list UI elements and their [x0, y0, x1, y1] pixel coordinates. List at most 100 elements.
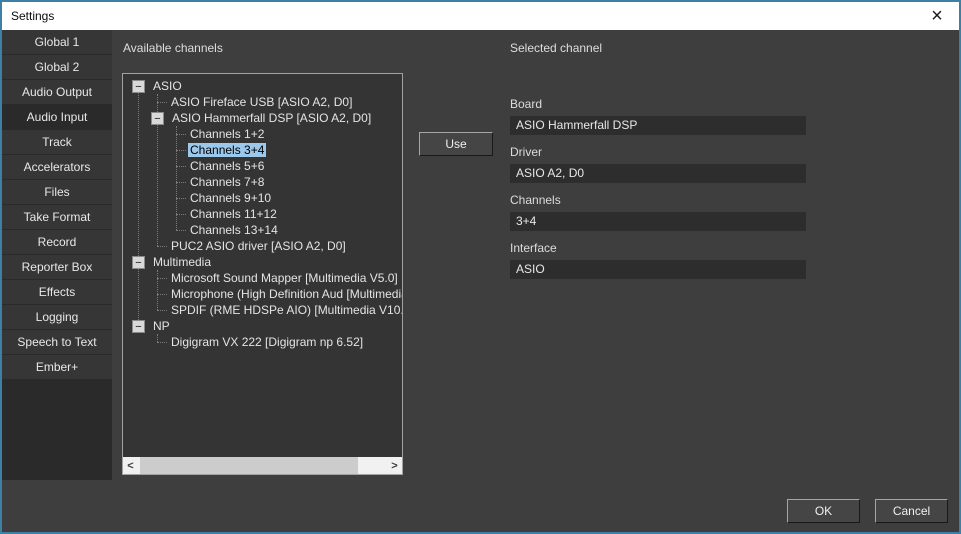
sidebar-item-global-1[interactable]: Global 1: [2, 30, 112, 54]
tree-node-multimedia[interactable]: − Multimedia: [123, 254, 402, 270]
close-icon: ×: [931, 6, 943, 26]
cancel-button[interactable]: Cancel: [875, 499, 948, 523]
tree-node-label: Microsoft Sound Mapper [Multimedia V5.0]: [169, 271, 400, 285]
selected-channel-heading: Selected channel: [510, 41, 602, 55]
sidebar-item-files[interactable]: Files: [2, 180, 112, 204]
field-value[interactable]: ASIO A2, D0: [510, 164, 806, 183]
field-driver: Driver ASIO A2, D0: [510, 145, 806, 183]
use-button[interactable]: Use: [419, 132, 493, 156]
available-channels-heading: Available channels: [123, 41, 223, 55]
tree-node-asio-hammerfall-dsp-asio-a2-d0[interactable]: − ASIO Hammerfall DSP [ASIO A2, D0]: [123, 110, 402, 126]
close-button[interactable]: ×: [919, 2, 955, 30]
tree-connector-stub: [157, 246, 167, 247]
sidebar-item-label: Audio Output: [22, 85, 92, 99]
field-label: Board: [510, 97, 806, 111]
tree-node-label: Channels 13+14: [188, 223, 280, 237]
tree-connector-stub: [176, 230, 186, 231]
collapse-icon[interactable]: −: [151, 112, 164, 125]
sidebar-item-audio-input[interactable]: Audio Input: [2, 105, 112, 129]
tree-node-label: NP: [151, 319, 172, 333]
sidebar-item-label: Logging: [36, 310, 79, 324]
tree-node-channels-1-2[interactable]: Channels 1+2: [123, 126, 402, 142]
sidebar-item-label: Accelerators: [24, 160, 91, 174]
window-title: Settings: [11, 9, 54, 23]
sidebar-item-take-format[interactable]: Take Format: [2, 205, 112, 229]
sidebar-item-effects[interactable]: Effects: [2, 280, 112, 304]
collapse-icon[interactable]: −: [132, 256, 145, 269]
tree-rows: − ASIO ASIO Fireface USB [ASIO A2, D0] −…: [123, 78, 402, 350]
sidebar: Global 1 Global 2 Audio Output Audio Inp…: [2, 30, 112, 480]
tree-node-label: Channels 7+8: [188, 175, 266, 189]
tree-node-microphone-high-definition-aud-multimedia[interactable]: Microphone (High Definition Aud [Multime…: [123, 286, 402, 302]
tree-node-asio-fireface-usb-asio-a2-d0[interactable]: ASIO Fireface USB [ASIO A2, D0]: [123, 94, 402, 110]
titlebar: Settings ×: [2, 2, 959, 30]
sidebar-item-global-2[interactable]: Global 2: [2, 55, 112, 79]
tree-node-label: Channels 3+4: [188, 143, 266, 157]
tree-node-label: SPDIF (RME HDSPe AIO) [Multimedia V10.0]: [169, 303, 402, 317]
tree-node-label: ASIO Fireface USB [ASIO A2, D0]: [169, 95, 354, 109]
ok-button-label: OK: [815, 504, 832, 518]
tree-connector-stub: [157, 310, 167, 311]
sidebar-item-label: Record: [38, 235, 77, 249]
tree-node-label: Channels 11+12: [188, 207, 279, 221]
sidebar-item-track[interactable]: Track: [2, 130, 112, 154]
tree-node-channels-11-12[interactable]: Channels 11+12: [123, 206, 402, 222]
sidebar-item-label: Take Format: [24, 210, 91, 224]
tree-connector-stub: [176, 214, 186, 215]
tree-node-np[interactable]: − NP: [123, 318, 402, 334]
use-button-label: Use: [445, 137, 466, 151]
field-label: Interface: [510, 241, 806, 255]
collapse-icon[interactable]: −: [132, 320, 145, 333]
sidebar-item-label: Audio Input: [27, 110, 88, 124]
tree-connector-stub: [176, 166, 186, 167]
tree-node-channels-5-6[interactable]: Channels 5+6: [123, 158, 402, 174]
tree-connector-stub: [157, 342, 167, 343]
scroll-right-button[interactable]: >: [387, 457, 402, 474]
tree-node-puc2-asio-driver-asio-a2-d0[interactable]: PUC2 ASIO driver [ASIO A2, D0]: [123, 238, 402, 254]
tree-connector-stub: [176, 134, 186, 135]
tree-horizontal-scrollbar[interactable]: < >: [123, 457, 402, 474]
field-value[interactable]: ASIO Hammerfall DSP: [510, 116, 806, 135]
tree-connector-stub: [157, 294, 167, 295]
sidebar-item-speech-to-text[interactable]: Speech to Text: [2, 330, 112, 354]
sidebar-item-label: Track: [42, 135, 72, 149]
tree-node-spdif-rme-hdspe-aio-multimedia-v10-0[interactable]: SPDIF (RME HDSPe AIO) [Multimedia V10.0]: [123, 302, 402, 318]
field-interface: Interface ASIO: [510, 241, 806, 279]
sidebar-item-label: Files: [44, 185, 69, 199]
tree-content: − ASIO ASIO Fireface USB [ASIO A2, D0] −…: [123, 74, 402, 474]
tree-connector-stub: [176, 198, 186, 199]
sidebar-item-label: Global 2: [35, 60, 80, 74]
field-value[interactable]: ASIO: [510, 260, 806, 279]
tree-node-digigram-vx-222-digigram-np-6-52[interactable]: Digigram VX 222 [Digigram np 6.52]: [123, 334, 402, 350]
tree-node-label: Channels 1+2: [188, 127, 266, 141]
tree-node-label: Multimedia: [151, 255, 213, 269]
sidebar-item-reporter-box[interactable]: Reporter Box: [2, 255, 112, 279]
scroll-left-icon: <: [127, 460, 133, 472]
tree-node-microsoft-sound-mapper-multimedia-v5-0[interactable]: Microsoft Sound Mapper [Multimedia V5.0]: [123, 270, 402, 286]
tree-connector-stub: [176, 150, 186, 151]
tree-node-label: PUC2 ASIO driver [ASIO A2, D0]: [169, 239, 348, 253]
scroll-left-button[interactable]: <: [123, 457, 138, 474]
tree-node-label: Channels 5+6: [188, 159, 266, 173]
sidebar-item-ember[interactable]: Ember+: [2, 355, 112, 379]
sidebar-item-logging[interactable]: Logging: [2, 305, 112, 329]
tree-node-label: Digigram VX 222 [Digigram np 6.52]: [169, 335, 365, 349]
tree-node-label: ASIO Hammerfall DSP [ASIO A2, D0]: [170, 111, 373, 125]
ok-button[interactable]: OK: [787, 499, 860, 523]
field-value[interactable]: 3+4: [510, 212, 806, 231]
tree-connector-stub: [176, 182, 186, 183]
selected-channel-fields: Board ASIO Hammerfall DSP Driver ASIO A2…: [510, 97, 806, 289]
collapse-icon[interactable]: −: [132, 80, 145, 93]
sidebar-item-record[interactable]: Record: [2, 230, 112, 254]
sidebar-item-accelerators[interactable]: Accelerators: [2, 155, 112, 179]
tree-node-channels-13-14[interactable]: Channels 13+14: [123, 222, 402, 238]
tree-node-channels-7-8[interactable]: Channels 7+8: [123, 174, 402, 190]
scrollbar-thumb[interactable]: [140, 457, 358, 474]
field-label: Driver: [510, 145, 806, 159]
tree-connector-stub: [157, 278, 167, 279]
tree-node-channels-3-4[interactable]: Channels 3+4: [123, 142, 402, 158]
tree-node-asio[interactable]: − ASIO: [123, 78, 402, 94]
sidebar-item-audio-output[interactable]: Audio Output: [2, 80, 112, 104]
tree-node-channels-9-10[interactable]: Channels 9+10: [123, 190, 402, 206]
field-board: Board ASIO Hammerfall DSP: [510, 97, 806, 135]
